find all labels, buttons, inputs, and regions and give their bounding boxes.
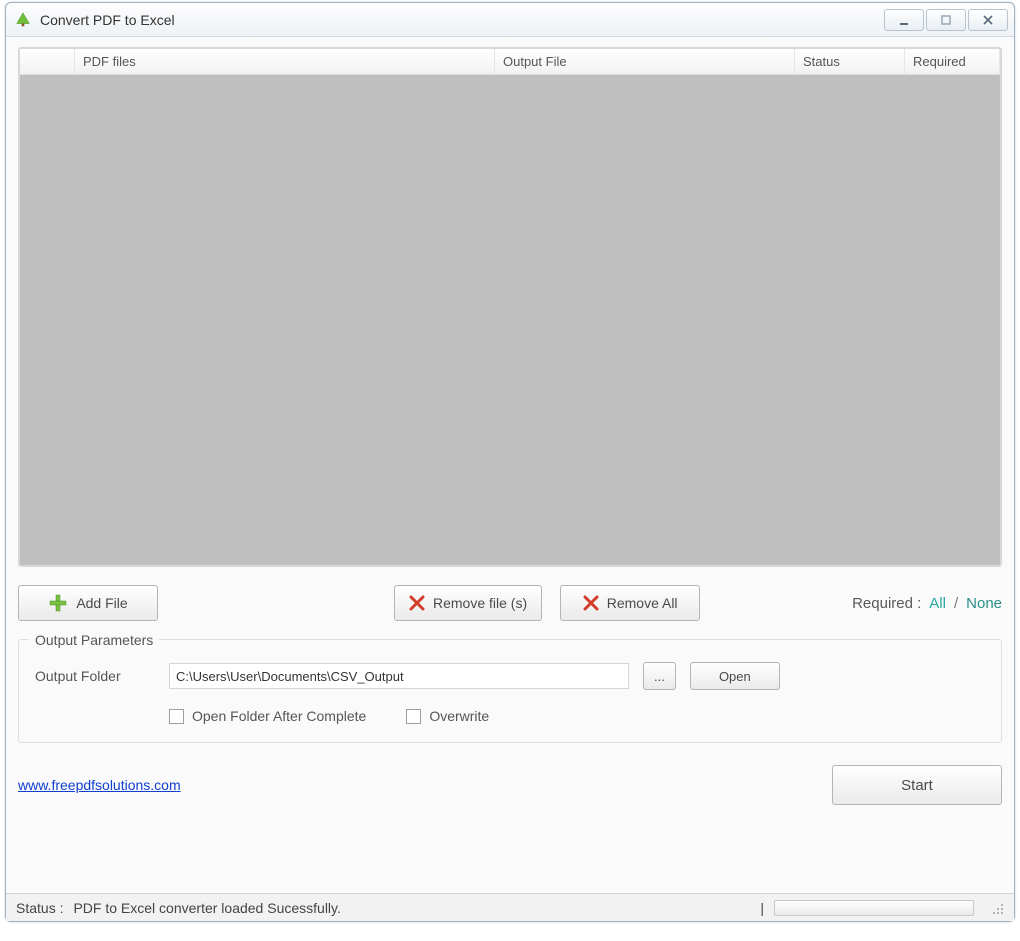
remove-all-button[interactable]: Remove All	[560, 585, 700, 621]
output-folder-row: Output Folder ... Open	[35, 662, 985, 690]
open-folder-button[interactable]: Open	[690, 662, 780, 690]
column-handle[interactable]	[20, 49, 75, 75]
output-folder-label: Output Folder	[35, 668, 155, 684]
checkbox-icon	[406, 709, 421, 724]
overwrite-checkbox[interactable]: Overwrite	[406, 708, 489, 724]
overwrite-label: Overwrite	[429, 708, 489, 724]
maximize-button[interactable]	[926, 9, 966, 31]
client-area: PDF files Output File Status Required Ad…	[6, 37, 1014, 893]
resize-grip-icon[interactable]	[990, 901, 1004, 915]
checkbox-icon	[169, 709, 184, 724]
required-all-link[interactable]: All	[929, 595, 946, 612]
separator: /	[954, 595, 958, 612]
window-controls	[884, 9, 1008, 31]
column-status[interactable]: Status	[795, 49, 905, 75]
x-icon	[583, 595, 599, 611]
required-label: Required :	[852, 595, 921, 612]
plus-icon	[48, 593, 68, 613]
file-toolbar: Add File Remove file (s)	[18, 585, 1002, 621]
status-separator: |	[760, 900, 764, 916]
column-required[interactable]: Required	[905, 49, 1000, 75]
browse-button[interactable]: ...	[643, 662, 676, 690]
window-title: Convert PDF to Excel	[40, 12, 175, 28]
status-label: Status :	[16, 900, 63, 916]
open-after-complete-label: Open Folder After Complete	[192, 708, 366, 724]
minimize-button[interactable]	[884, 9, 924, 31]
status-bar: Status : PDF to Excel converter loaded S…	[6, 893, 1014, 921]
output-options-row: Open Folder After Complete Overwrite	[169, 708, 985, 724]
x-icon	[409, 595, 425, 611]
close-button[interactable]	[968, 9, 1008, 31]
status-text: PDF to Excel converter loaded Sucessfull…	[73, 900, 340, 916]
file-list-header: PDF files Output File Status Required	[20, 49, 1000, 75]
output-parameters-legend: Output Parameters	[29, 632, 159, 648]
titlebar[interactable]: Convert PDF to Excel	[6, 3, 1014, 37]
required-none-link[interactable]: None	[966, 595, 1002, 612]
remove-file-label: Remove file (s)	[433, 595, 527, 611]
required-group: Required : All / None	[852, 595, 1002, 612]
app-icon	[14, 11, 32, 29]
app-window: Convert PDF to Excel PDF files Outp	[5, 2, 1015, 922]
footer-row: www.freepdfsolutions.com Start	[18, 765, 1002, 805]
column-pdf-files[interactable]: PDF files	[75, 49, 495, 75]
add-file-button[interactable]: Add File	[18, 585, 158, 621]
file-list-body[interactable]	[20, 75, 1000, 565]
website-link[interactable]: www.freepdfsolutions.com	[18, 777, 181, 793]
output-parameters-group: Output Parameters Output Folder ... Open…	[18, 639, 1002, 743]
open-after-complete-checkbox[interactable]: Open Folder After Complete	[169, 708, 366, 724]
add-file-label: Add File	[76, 595, 127, 611]
start-button[interactable]: Start	[832, 765, 1002, 805]
remove-all-label: Remove All	[607, 595, 678, 611]
remove-file-button[interactable]: Remove file (s)	[394, 585, 542, 621]
file-list[interactable]: PDF files Output File Status Required	[18, 47, 1002, 567]
output-folder-input[interactable]	[169, 663, 629, 689]
progress-bar	[774, 900, 974, 916]
column-output-file[interactable]: Output File	[495, 49, 795, 75]
